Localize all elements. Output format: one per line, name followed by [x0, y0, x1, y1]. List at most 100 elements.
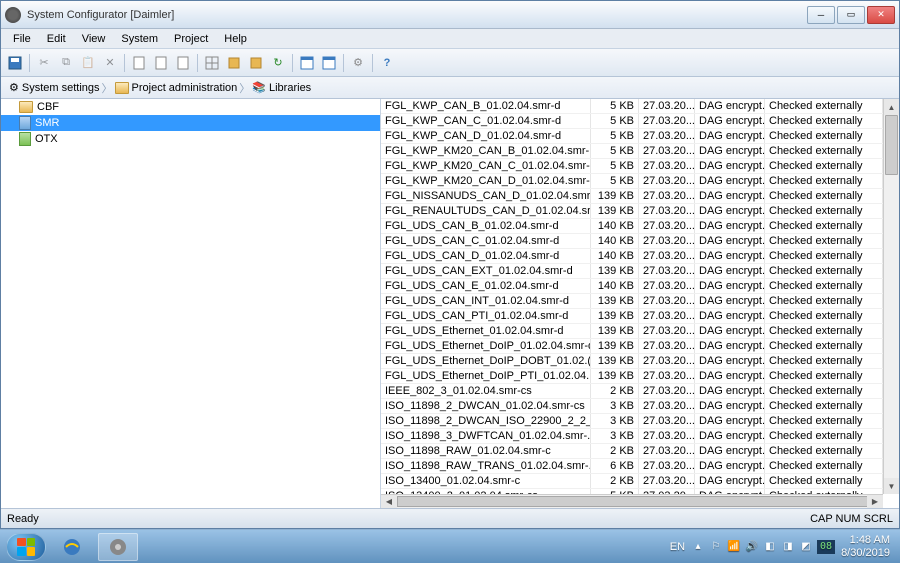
tree-item-cbf[interactable]: CBF	[1, 99, 380, 115]
grid-row[interactable]: FGL_UDS_Ethernet_01.02.04.smr-d139 KB27.…	[381, 324, 883, 339]
grid-row[interactable]: ISO_11898_2_DWCAN_01.02.04.smr-cs3 KB27.…	[381, 399, 883, 414]
cell-size: 5 KB	[591, 159, 639, 173]
grid-row[interactable]: FGL_UDS_Ethernet_DoIP_PTI_01.02.04.:...1…	[381, 369, 883, 384]
tray-clock[interactable]: 1:48 AM 8/30/2019	[841, 534, 894, 558]
grid-row[interactable]: FGL_NISSANUDS_CAN_D_01.02.04.smr...139 K…	[381, 189, 883, 204]
box2-icon[interactable]	[246, 53, 266, 73]
grid-row[interactable]: FGL_UDS_CAN_B_01.02.04.smr-d140 KB27.03.…	[381, 219, 883, 234]
help-icon[interactable]: ?	[377, 53, 397, 73]
cell-name: ISO_11898_RAW_TRANS_01.02.04.smr-...	[381, 459, 591, 473]
tree-item-smr[interactable]: SMR	[1, 115, 380, 131]
crumb-libraries[interactable]: 📚Libraries	[248, 81, 315, 94]
tray-up-icon[interactable]: ▴	[691, 540, 705, 554]
grid-row[interactable]: FGL_KWP_KM20_CAN_D_01.02.04.smr-...5 KB2…	[381, 174, 883, 189]
close-button[interactable]: ✕	[867, 6, 895, 24]
grid-row[interactable]: FGL_UDS_CAN_E_01.02.04.smr-d140 KB27.03.…	[381, 279, 883, 294]
crumb-project-admin[interactable]: Project administration	[111, 82, 242, 94]
settings-icon[interactable]: ⚙	[348, 53, 368, 73]
grid-row[interactable]: ISO_11898_2_DWCAN_ISO_22900_2_2_(...3 KB…	[381, 414, 883, 429]
titlebar[interactable]: System Configurator [Daimler] ─ ▭ ✕	[1, 1, 899, 29]
grid-row[interactable]: FGL_KWP_KM20_CAN_C_01.02.04.smr-...5 KB2…	[381, 159, 883, 174]
grid-row[interactable]: FGL_UDS_Ethernet_DoIP_01.02.04.smr-d139 …	[381, 339, 883, 354]
cell-check: Checked externally	[765, 294, 883, 308]
grid-row[interactable]: FGL_KWP_KM20_CAN_B_01.02.04.smr-...5 KB2…	[381, 144, 883, 159]
minimize-button[interactable]: ─	[807, 6, 835, 24]
grid-icon[interactable]	[202, 53, 222, 73]
scroll-down-icon[interactable]: ▼	[884, 478, 899, 494]
cell-name: FGL_UDS_CAN_EXT_01.02.04.smr-d	[381, 264, 591, 278]
folder-icon	[115, 82, 129, 94]
start-button[interactable]	[6, 533, 46, 561]
tray-app2-icon[interactable]: ◨	[781, 540, 795, 554]
box1-icon[interactable]	[224, 53, 244, 73]
maximize-button[interactable]: ▭	[837, 6, 865, 24]
cell-enc: DAG encrypt...	[695, 414, 765, 428]
refresh-icon[interactable]: ↻	[268, 53, 288, 73]
window1-icon[interactable]	[297, 53, 317, 73]
crumb-system-settings[interactable]: ⚙System settings	[5, 81, 104, 94]
menu-project[interactable]: Project	[166, 31, 216, 47]
tray-app1-icon[interactable]: ◧	[763, 540, 777, 554]
paste-icon[interactable]: 📋	[78, 53, 98, 73]
tray-flag-icon[interactable]: ⚐	[709, 540, 723, 554]
grid-row[interactable]: IEEE_802_3_01.02.04.smr-cs2 KB27.03.20..…	[381, 384, 883, 399]
grid-row[interactable]: FGL_UDS_CAN_C_01.02.04.smr-d140 KB27.03.…	[381, 234, 883, 249]
scroll-thumb-h[interactable]	[397, 496, 877, 507]
tray-desktop-num[interactable]: 08	[817, 540, 835, 554]
copy-icon[interactable]: ⧉	[56, 53, 76, 73]
grid-row[interactable]: FGL_UDS_CAN_PTI_01.02.04.smr-d139 KB27.0…	[381, 309, 883, 324]
task-ie[interactable]	[52, 533, 92, 561]
cell-check: Checked externally	[765, 129, 883, 143]
grid-row[interactable]: ISO_11898_3_DWFTCAN_01.02.04.smr-...3 KB…	[381, 429, 883, 444]
tray-network-icon[interactable]: 📶	[727, 540, 741, 554]
scroll-thumb[interactable]	[885, 115, 898, 175]
doc3-icon[interactable]	[173, 53, 193, 73]
grid-row[interactable]: ISO_11898_RAW_01.02.04.smr-c2 KB27.03.20…	[381, 444, 883, 459]
grid-row[interactable]: FGL_UDS_Ethernet_DoIP_DOBT_01.02.(...139…	[381, 354, 883, 369]
tray-app3-icon[interactable]: ◩	[799, 540, 813, 554]
scroll-right-icon[interactable]: ▶	[867, 495, 883, 508]
doc2-icon[interactable]	[151, 53, 171, 73]
cell-size: 139 KB	[591, 339, 639, 353]
window2-icon[interactable]	[319, 53, 339, 73]
cell-date: 27.03.20...	[639, 429, 695, 443]
cell-enc: DAG encrypt...	[695, 114, 765, 128]
menu-file[interactable]: File	[5, 31, 39, 47]
cell-check: Checked externally	[765, 324, 883, 338]
grid-row[interactable]: ISO_13400_01.02.04.smr-c2 KB27.03.20...D…	[381, 474, 883, 489]
vertical-scrollbar[interactable]: ▲ ▼	[883, 99, 899, 494]
scroll-left-icon[interactable]: ◀	[381, 495, 397, 508]
cut-icon[interactable]: ✂	[34, 53, 54, 73]
cell-enc: DAG encrypt...	[695, 234, 765, 248]
save-icon[interactable]	[5, 53, 25, 73]
grid-row[interactable]: FGL_RENAULTUDS_CAN_D_01.02.04.sr...139 K…	[381, 204, 883, 219]
cell-name: FGL_RENAULTUDS_CAN_D_01.02.04.sr...	[381, 204, 591, 218]
menu-view[interactable]: View	[74, 31, 114, 47]
grid-row[interactable]: FGL_UDS_CAN_D_01.02.04.smr-d140 KB27.03.…	[381, 249, 883, 264]
scroll-up-icon[interactable]: ▲	[884, 99, 899, 115]
grid-row[interactable]: FGL_KWP_CAN_D_01.02.04.smr-d5 KB27.03.20…	[381, 129, 883, 144]
cell-date: 27.03.20...	[639, 189, 695, 203]
doc1-icon[interactable]	[129, 53, 149, 73]
grid-body[interactable]: FGL_KWP_CAN_B_01.02.04.smr-d5 KB27.03.20…	[381, 99, 883, 494]
cell-check: Checked externally	[765, 279, 883, 293]
grid-row[interactable]: FGL_KWP_CAN_C_01.02.04.smr-d5 KB27.03.20…	[381, 114, 883, 129]
cell-name: FGL_UDS_CAN_E_01.02.04.smr-d	[381, 279, 591, 293]
tray-lang[interactable]: EN	[670, 541, 685, 553]
tray-sound-icon[interactable]: 🔊	[745, 540, 759, 554]
tree-item-label: OTX	[35, 133, 58, 145]
menu-help[interactable]: Help	[216, 31, 255, 47]
cell-date: 27.03.20...	[639, 144, 695, 158]
menu-edit[interactable]: Edit	[39, 31, 74, 47]
grid-row[interactable]: FGL_UDS_CAN_EXT_01.02.04.smr-d139 KB27.0…	[381, 264, 883, 279]
menu-system[interactable]: System	[113, 31, 166, 47]
grid-row[interactable]: FGL_KWP_CAN_B_01.02.04.smr-d5 KB27.03.20…	[381, 99, 883, 114]
cell-enc: DAG encrypt...	[695, 249, 765, 263]
task-configurator[interactable]	[98, 533, 138, 561]
delete-icon[interactable]: ✕	[100, 53, 120, 73]
grid-row[interactable]: FGL_UDS_CAN_INT_01.02.04.smr-d139 KB27.0…	[381, 294, 883, 309]
tree-item-otx[interactable]: OTX	[1, 131, 380, 147]
tree-panel[interactable]: CBFSMR OTX	[1, 99, 381, 508]
horizontal-scrollbar[interactable]: ◀ ▶	[381, 494, 883, 508]
grid-row[interactable]: ISO_11898_RAW_TRANS_01.02.04.smr-...6 KB…	[381, 459, 883, 474]
